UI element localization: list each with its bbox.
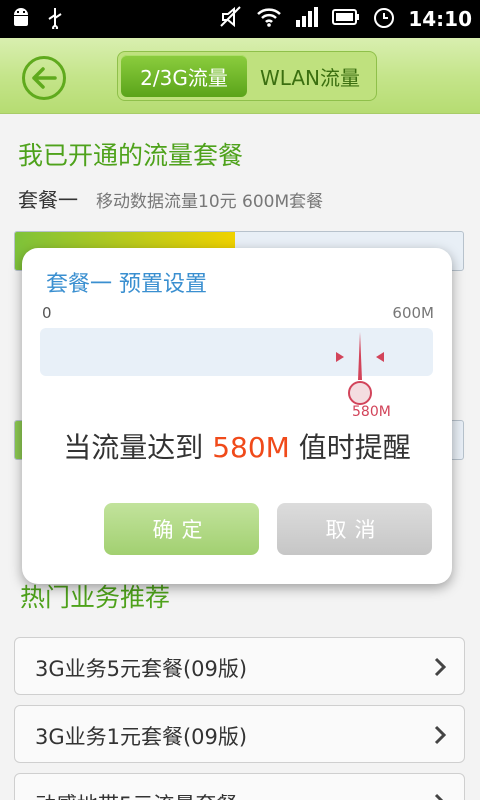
usb-icon [46,7,64,33]
wifi-icon [256,6,282,32]
slider-value-label: 580M [352,404,391,420]
tab-3g-traffic[interactable]: 2/3G流量 [121,55,247,97]
back-button[interactable] [22,56,66,100]
reminder-message: 当流量达到 580M 值时提醒 [22,426,452,466]
preset-dialog: 套餐一 预置设置 0 600M 580M 当流量达到 580M 值时提醒 确定 … [22,248,452,584]
signal-icon [294,6,320,32]
mute-icon [218,4,244,34]
header: 2/3G流量 WLAN流量 [0,38,480,114]
dialog-title: 套餐一 预置设置 [46,272,207,297]
traffic-type-tabs: 2/3G流量 WLAN流量 [117,51,377,101]
scale-max-label: 600M [392,304,434,322]
message-suffix: 值时提醒 [289,431,411,464]
android-icon [10,7,32,33]
confirm-button[interactable]: 确定 [104,503,259,555]
battery-icon [332,7,360,31]
tab-wlan-traffic[interactable]: WLAN流量 [247,55,373,97]
status-bar: 14:10 [0,0,480,38]
cancel-button[interactable]: 取消 [277,503,432,555]
clock-time: 14:10 [408,7,472,31]
message-prefix: 当流量达到 [63,431,213,464]
alarm-icon [372,5,396,33]
scale-min-label: 0 [42,304,52,322]
message-value: 580M [212,431,290,464]
